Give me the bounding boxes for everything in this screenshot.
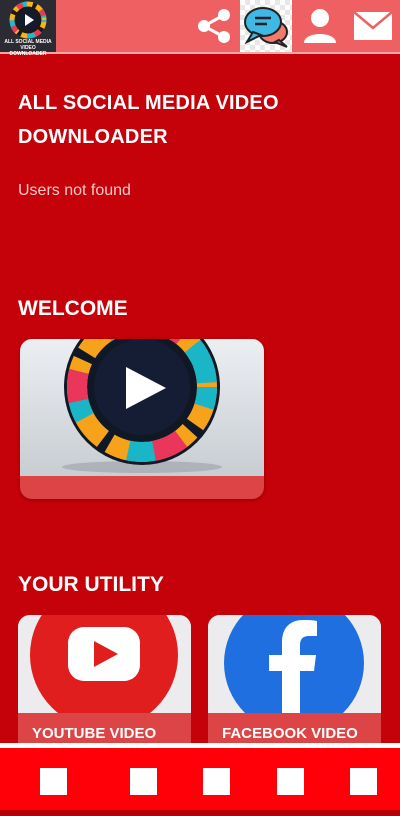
page-title: ALL SOCIAL MEDIA VIDEO DOWNLOADER: [18, 92, 279, 148]
user-icon: [304, 9, 336, 43]
nav-item-3[interactable]: [203, 768, 230, 795]
welcome-heading: WELCOME: [18, 297, 128, 320]
share-button[interactable]: [192, 0, 236, 52]
chat-button[interactable]: [240, 0, 292, 52]
facebook-video-card[interactable]: FACEBOOK VIDEO: [208, 615, 381, 755]
share-icon: [198, 9, 230, 43]
top-app-bar: ALL SOCIAL MEDIA VIDEO DOWNLOADER: [0, 0, 400, 57]
nav-item-2[interactable]: [130, 768, 157, 795]
youtube-thumbnail: [18, 615, 191, 729]
mail-button[interactable]: [348, 0, 398, 52]
chat-icon: [244, 7, 288, 48]
bottom-edge: [0, 810, 400, 816]
facebook-thumbnail: [208, 615, 381, 733]
nav-item-4[interactable]: [277, 768, 304, 795]
welcome-card[interactable]: [20, 339, 264, 499]
facebook-icon: [224, 615, 364, 733]
status-text: Users not found: [18, 182, 131, 199]
bottom-navigation: [0, 743, 400, 816]
app-logo[interactable]: ALL SOCIAL MEDIA VIDEO DOWNLOADER: [0, 0, 56, 57]
nav-item-5[interactable]: [350, 768, 377, 795]
youtube-video-card[interactable]: YOUTUBE VIDEO: [18, 615, 191, 755]
profile-button[interactable]: [298, 0, 342, 52]
logo-caption: ALL SOCIAL MEDIA VIDEO DOWNLOADER: [4, 39, 52, 57]
utility-heading: YOUR UTILITY: [18, 573, 164, 596]
mail-icon: [353, 11, 393, 40]
app-logo-icon: [9, 1, 47, 39]
welcome-banner: [20, 339, 264, 476]
nav-item-1[interactable]: [40, 768, 67, 795]
youtube-icon: [30, 615, 178, 729]
play-logo-icon: [62, 339, 222, 473]
